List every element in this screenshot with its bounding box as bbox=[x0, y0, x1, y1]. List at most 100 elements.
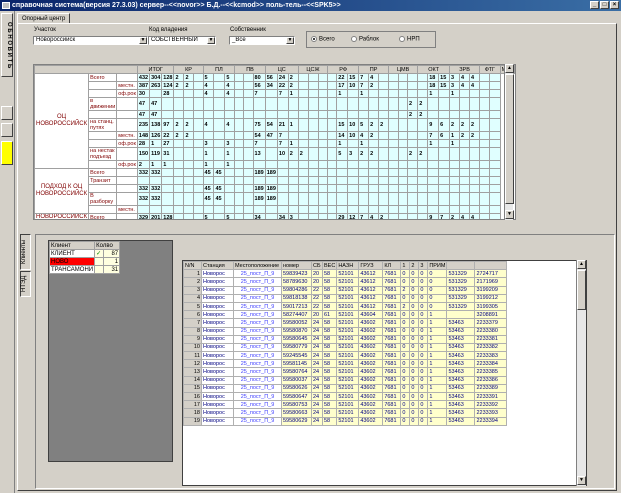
summary-cell[interactable]: 47 bbox=[136, 110, 151, 119]
summary-cell[interactable] bbox=[417, 73, 429, 82]
summary-cell[interactable] bbox=[308, 97, 319, 111]
summary-cell[interactable] bbox=[202, 205, 215, 214]
summary-header[interactable]: КР bbox=[173, 65, 204, 74]
summary-cell[interactable]: 12 bbox=[347, 213, 360, 219]
summary-cell[interactable] bbox=[438, 97, 451, 111]
summary-cell[interactable] bbox=[459, 97, 471, 111]
summary-cell[interactable] bbox=[479, 213, 491, 219]
summary-cell[interactable]: 2 bbox=[173, 131, 185, 140]
summary-cell[interactable] bbox=[397, 118, 409, 132]
summary-cell[interactable]: 332 bbox=[136, 192, 151, 206]
summary-cell[interactable] bbox=[479, 205, 491, 214]
summary-cell[interactable]: 97 bbox=[161, 118, 175, 132]
summary-cell[interactable] bbox=[234, 131, 245, 140]
table-row[interactable]: 9 Новорос 25_пост_П_9 59580645 24 58 52101 4360… bbox=[183, 334, 508, 344]
summary-cell[interactable]: 10 bbox=[276, 147, 289, 161]
summary-cell[interactable] bbox=[243, 81, 254, 90]
summary-cell[interactable]: 126 bbox=[149, 131, 163, 140]
summary-cell[interactable]: 2 bbox=[449, 213, 461, 219]
wagon-header[interactable]: КЛ bbox=[382, 261, 402, 271]
summary-cell[interactable]: 2 bbox=[173, 73, 185, 82]
summary-cell[interactable] bbox=[243, 110, 254, 119]
summary-cell[interactable]: 2 bbox=[449, 118, 461, 132]
summary-cell[interactable]: 45 bbox=[202, 168, 215, 177]
table-row[interactable]: 16 Новорос 25_пост_П_9 59580647 24 58 52101 436… bbox=[183, 391, 508, 402]
summary-cell[interactable]: 1 bbox=[427, 89, 440, 98]
summary-cell[interactable]: 4 bbox=[358, 131, 370, 140]
summary-cell[interactable]: 235 bbox=[136, 118, 151, 132]
summary-cell[interactable] bbox=[213, 73, 226, 82]
summary-cell[interactable] bbox=[308, 160, 319, 169]
wagon-cell[interactable]: 25_пост_П_9 bbox=[233, 416, 282, 426]
summary-cell[interactable] bbox=[469, 147, 481, 161]
summary-cell[interactable] bbox=[243, 213, 254, 219]
summary-cell[interactable] bbox=[243, 160, 254, 169]
summary-cell[interactable] bbox=[327, 176, 338, 185]
summary-cell[interactable] bbox=[358, 176, 370, 185]
summary-cell[interactable] bbox=[287, 176, 299, 185]
summary-cell[interactable] bbox=[438, 168, 451, 177]
summary-cell[interactable] bbox=[368, 139, 380, 148]
summary-cell[interactable]: 15 bbox=[438, 81, 451, 90]
summary-cell[interactable] bbox=[459, 205, 471, 214]
table-row[interactable]: 3 Новорос 25_пост_П_9 59804286 22 58 52101 4361… bbox=[183, 285, 508, 295]
summary-cell[interactable] bbox=[193, 110, 204, 119]
summary-cell[interactable] bbox=[297, 97, 310, 111]
summary-cell[interactable] bbox=[479, 81, 491, 90]
summary-cell[interactable] bbox=[183, 147, 195, 161]
summary-cell[interactable]: 15 bbox=[347, 73, 360, 82]
summary-cell[interactable] bbox=[368, 97, 380, 111]
client-name[interactable]: КЛИЕНТ bbox=[48, 249, 96, 258]
summary-cell[interactable] bbox=[417, 176, 429, 185]
summary-cell[interactable] bbox=[243, 131, 254, 140]
summary-cell[interactable] bbox=[427, 147, 440, 161]
summary-cell[interactable]: 1 bbox=[449, 131, 461, 140]
summary-cell[interactable]: 189 bbox=[264, 192, 278, 206]
summary-cell[interactable] bbox=[287, 110, 299, 119]
summary-cell[interactable] bbox=[308, 192, 319, 206]
summary-cell[interactable] bbox=[308, 81, 319, 90]
summary-cell[interactable]: 10 bbox=[347, 118, 360, 132]
summary-cell[interactable] bbox=[479, 160, 491, 169]
summary-cell[interactable]: 2 bbox=[183, 81, 195, 90]
summary-cell[interactable] bbox=[252, 97, 266, 111]
summary-cell[interactable]: 5 bbox=[358, 118, 370, 132]
summary-cell[interactable]: 3 bbox=[202, 139, 215, 148]
scroll-up-icon[interactable]: ▲ bbox=[505, 64, 514, 73]
client-row[interactable]: КЛИЕНТ ✓ 87 bbox=[48, 249, 121, 258]
summary-cell[interactable] bbox=[327, 131, 338, 140]
summary-cell[interactable] bbox=[327, 81, 338, 90]
summary-cell[interactable]: 1 bbox=[336, 139, 349, 148]
summary-cell[interactable]: 45 bbox=[202, 184, 215, 193]
summary-cell[interactable] bbox=[317, 118, 329, 132]
wagon-cell[interactable]: 25_пост_П_9 bbox=[233, 342, 282, 353]
sobstvennik-combo[interactable]: _Все ▼ bbox=[229, 36, 295, 45]
summary-cell[interactable] bbox=[297, 176, 310, 185]
summary-cell[interactable] bbox=[438, 89, 451, 98]
wagon-cell[interactable]: 25_пост_П_9 bbox=[233, 359, 282, 369]
summary-cell[interactable] bbox=[243, 168, 254, 177]
wagon-cell[interactable]: 25_пост_П_9 bbox=[233, 375, 282, 385]
summary-cell[interactable] bbox=[368, 184, 380, 193]
summary-cell[interactable] bbox=[276, 184, 289, 193]
summary-cell[interactable] bbox=[479, 110, 491, 119]
summary-cell[interactable] bbox=[489, 168, 501, 177]
summary-cell[interactable]: 4 bbox=[202, 89, 215, 98]
summary-cell[interactable] bbox=[252, 176, 266, 185]
summary-cell[interactable] bbox=[336, 110, 349, 119]
summary-cell[interactable] bbox=[449, 147, 461, 161]
summary-cell[interactable] bbox=[264, 213, 278, 219]
summary-cell[interactable] bbox=[479, 139, 491, 148]
wagon-list-scrollbar[interactable]: ▲ ▼ bbox=[576, 260, 586, 486]
summary-cell[interactable]: 128 bbox=[161, 73, 175, 82]
summary-cell[interactable]: 9 bbox=[427, 213, 440, 219]
summary-cell[interactable]: 7 bbox=[358, 213, 370, 219]
summary-cell[interactable] bbox=[234, 89, 245, 98]
summary-cell[interactable] bbox=[264, 176, 278, 185]
wagon-cell[interactable]: 25_пост_П_9 bbox=[233, 351, 282, 361]
wagon-header[interactable]: 2 bbox=[409, 261, 420, 271]
summary-cell[interactable] bbox=[234, 97, 245, 111]
wagon-cell[interactable]: 25_пост_П_9 bbox=[233, 400, 282, 410]
summary-cell[interactable] bbox=[336, 205, 349, 214]
summary-cell[interactable] bbox=[449, 110, 461, 119]
